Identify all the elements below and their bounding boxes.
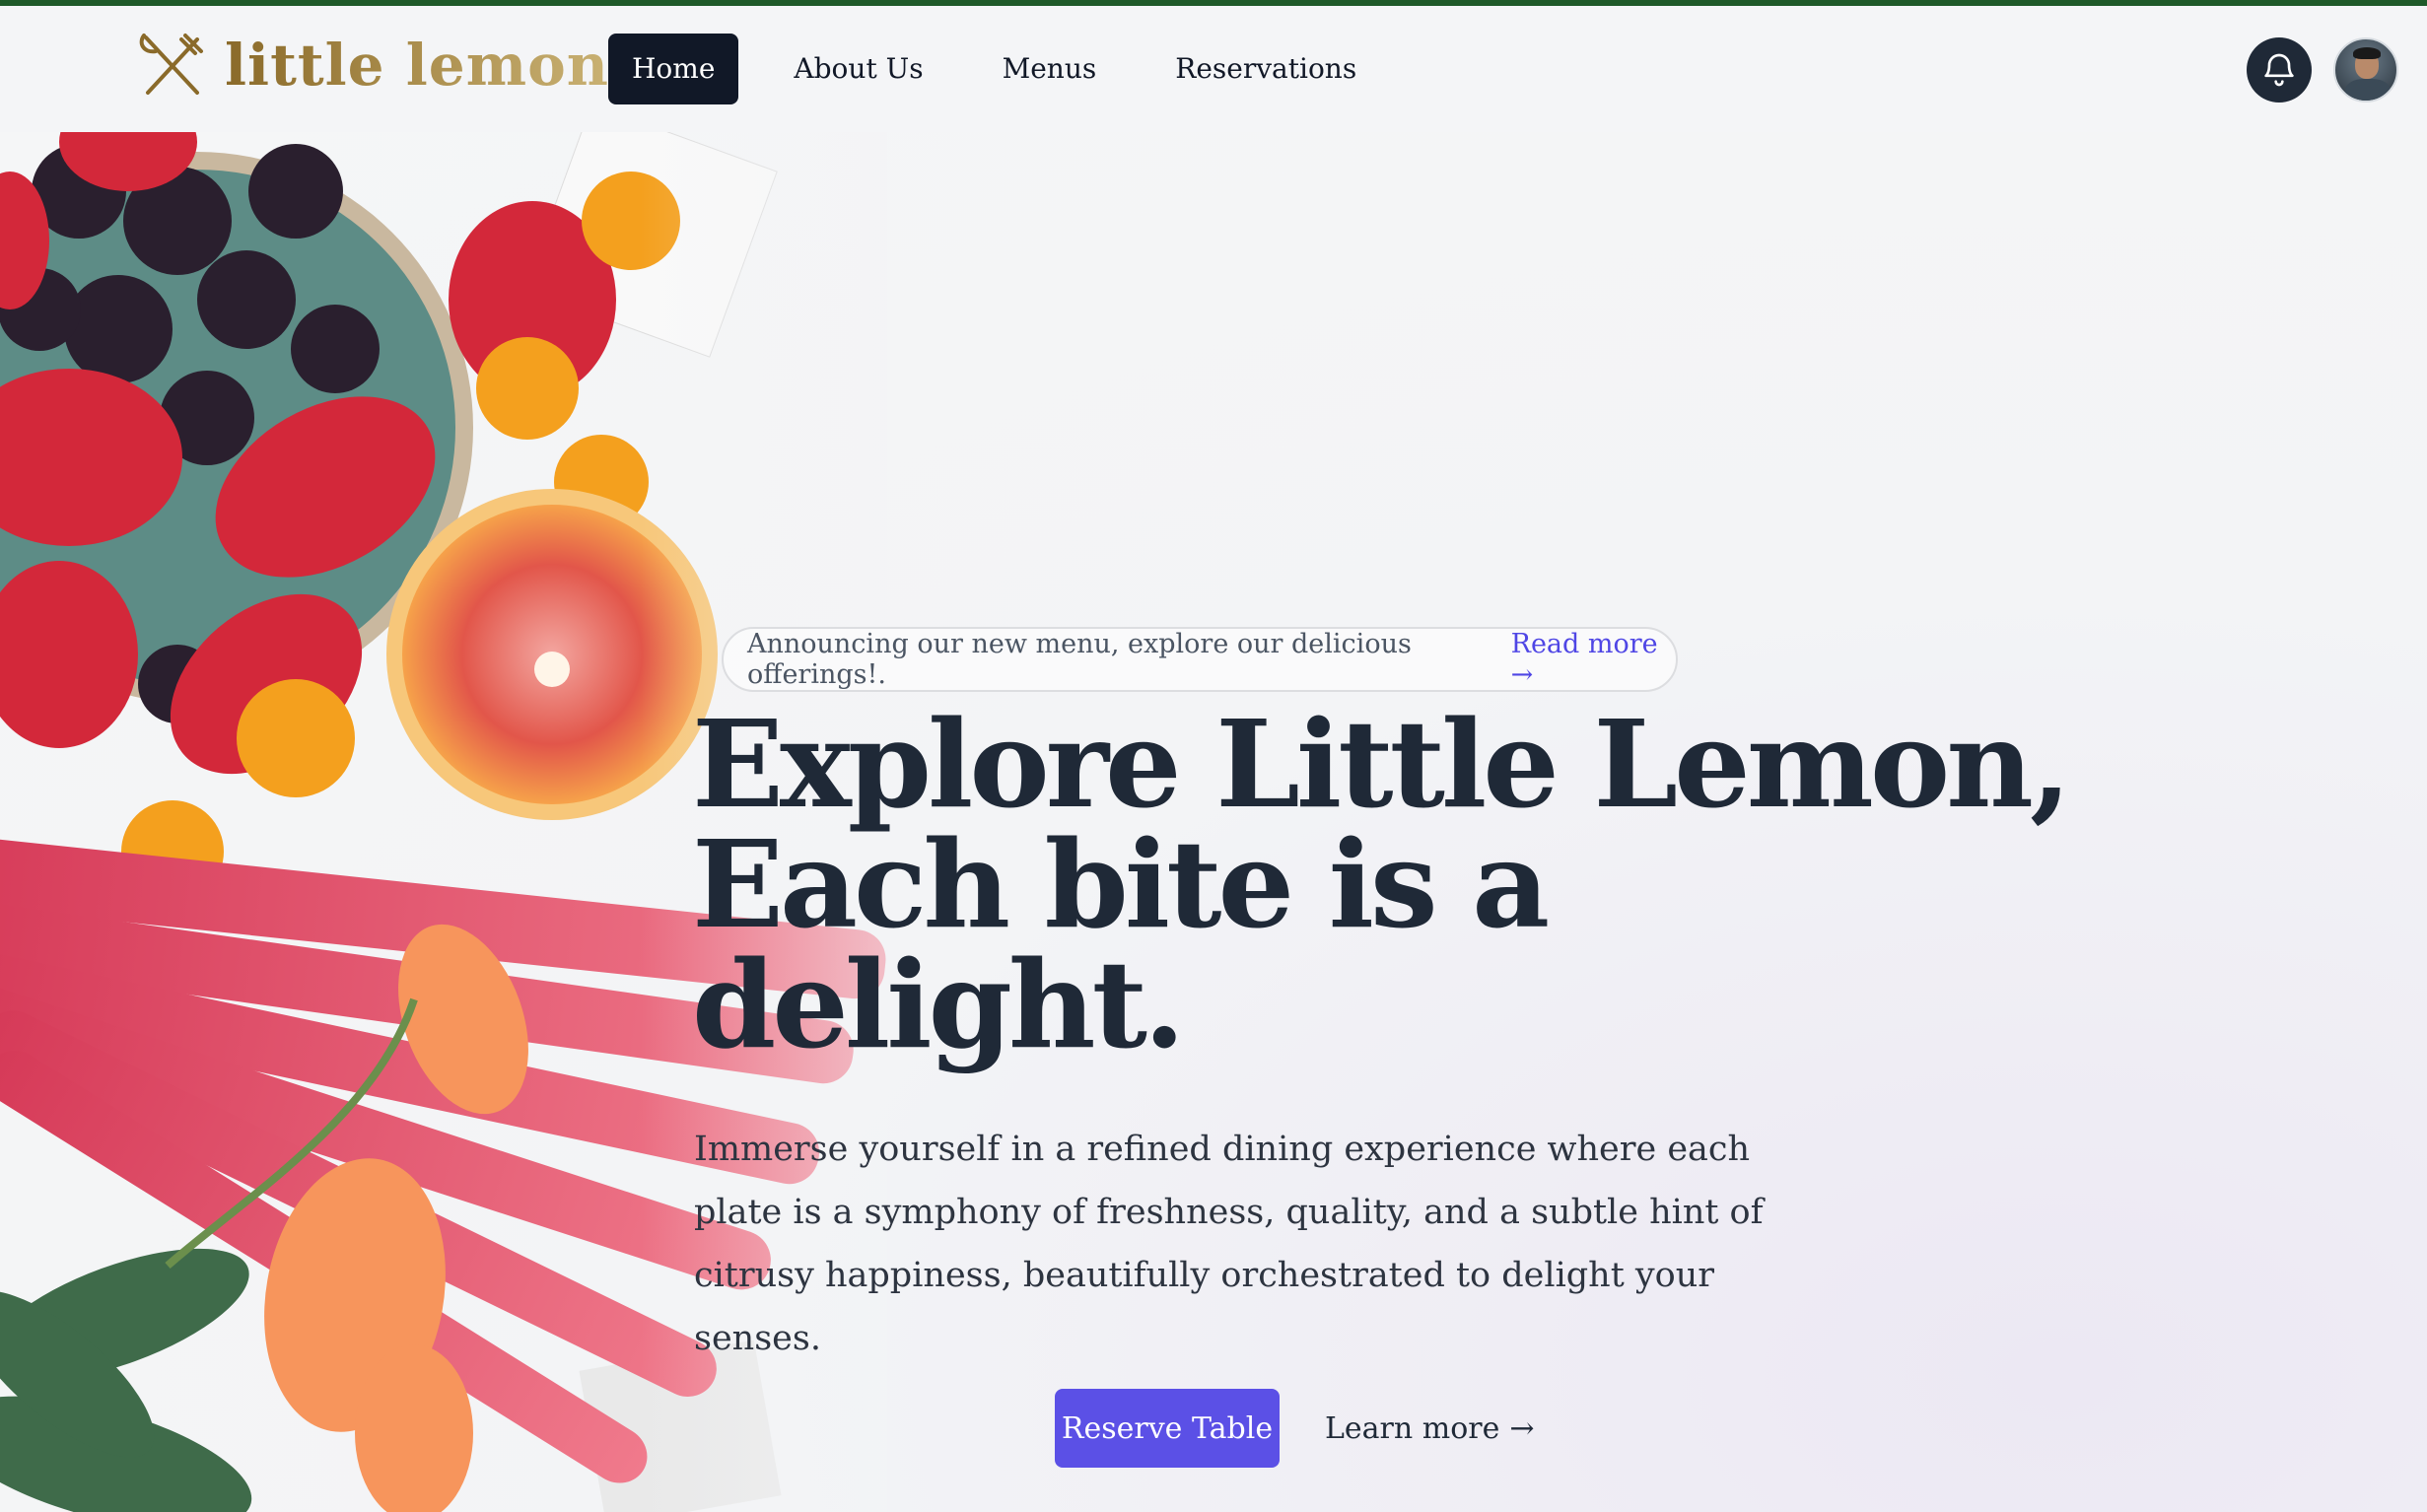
announcement-text: Announcing our new menu, explore our del… — [747, 629, 1412, 690]
fork-knife-icon — [139, 34, 203, 95]
announcement-pill[interactable]: Announcing our new menu, explore our del… — [722, 627, 1678, 692]
read-more-link[interactable]: Read more → — [1511, 629, 1676, 690]
brand-name: little lemon — [225, 32, 609, 99]
arrow-right-icon: → — [1509, 1410, 1535, 1446]
reserve-table-button[interactable]: Reserve Table — [1055, 1389, 1280, 1468]
site-header: little lemon Home About Us Menus Reserva… — [0, 6, 2427, 132]
brand-logo[interactable]: little lemon — [136, 30, 609, 101]
nav-reservations[interactable]: Reservations — [1151, 34, 1380, 104]
learn-more-link[interactable]: Learn more → — [1325, 1389, 1535, 1468]
nav-menus[interactable]: Menus — [979, 34, 1121, 104]
hero-section: Announcing our new menu, explore our del… — [0, 132, 2427, 1512]
nav-home[interactable]: Home — [608, 34, 739, 104]
notifications-button[interactable] — [2247, 37, 2312, 103]
arrow-right-icon: → — [1510, 659, 1534, 690]
main-nav: Home About Us Menus Reservations — [608, 34, 1412, 104]
headline-line-2: Each bite is a delight. — [692, 813, 1550, 1075]
hero-headline: Explore Little Lemon, Each bite is a del… — [692, 704, 2072, 1065]
user-avatar[interactable] — [2333, 37, 2398, 103]
bell-icon — [2264, 53, 2294, 87]
hero-description: Immerse yourself in a refined dining exp… — [694, 1130, 1764, 1358]
nav-about-us[interactable]: About Us — [770, 34, 946, 104]
